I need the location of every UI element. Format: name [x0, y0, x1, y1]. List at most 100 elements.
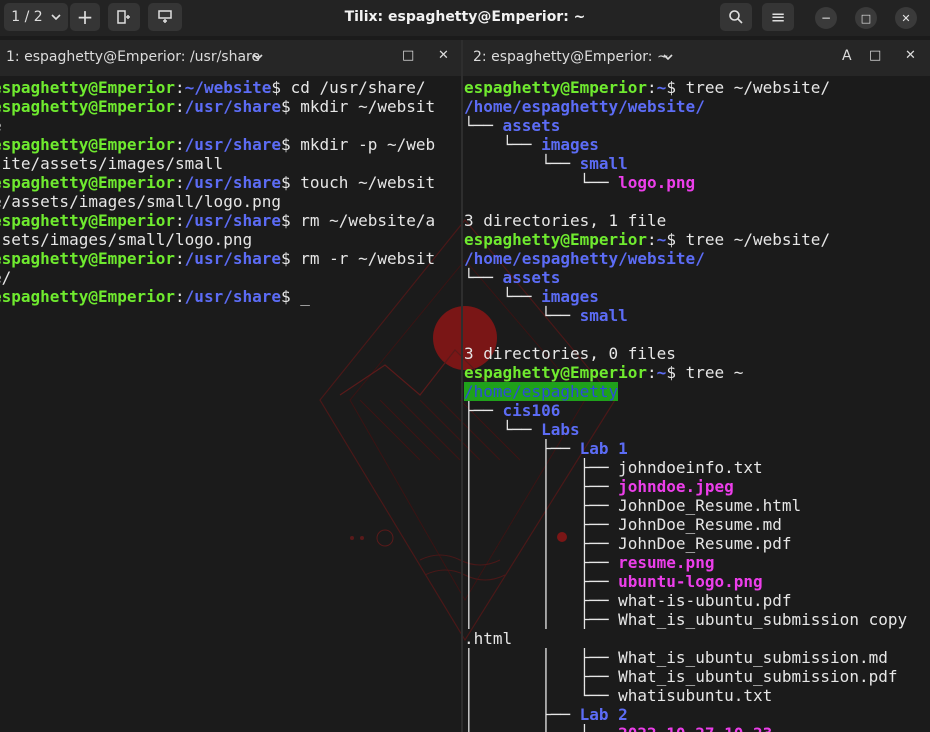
prompt-path: /usr/share	[184, 97, 281, 116]
directory-name: assets	[502, 268, 561, 287]
directory-name: Lab 1	[579, 439, 628, 458]
terminal-text: e/assets/images/small/logo.png	[0, 192, 281, 211]
terminal-line: │ │ ├── What_is_ubuntu_submission.md	[464, 648, 907, 667]
terminal-line: espaghetty@Emperior:~$ tree ~	[464, 363, 907, 382]
terminal-text: └──	[464, 154, 580, 173]
terminal-text: :	[175, 287, 185, 306]
chevron-down-icon[interactable]	[253, 54, 263, 60]
directory-name: small	[579, 154, 628, 173]
title-bar: 1 / 2 + Tilix: espaghetty@Emperior: ~ ≡ …	[0, 0, 930, 36]
image-file-name: johndoe.jpeg	[618, 477, 734, 496]
terminal-text: :	[175, 135, 185, 154]
prompt-path: /usr/share	[184, 249, 281, 268]
terminal-line: │ └── Labs	[464, 420, 907, 439]
prompt-path: ~	[656, 363, 667, 382]
terminal-line: espaghetty@Emperior:~/website$ cd /usr/s…	[0, 78, 435, 97]
terminal-text: $ tree ~/website/	[666, 230, 831, 249]
maximize-pane-icon[interactable]: □	[402, 48, 414, 63]
add-icon: +	[76, 5, 94, 29]
close-button[interactable]: ✕	[895, 7, 917, 29]
prompt-user: espaghetty@Emperior	[0, 135, 176, 154]
prompt-path: ~	[656, 78, 667, 97]
close-pane-icon[interactable]: ✕	[905, 48, 916, 63]
terminal-text: :	[175, 78, 185, 97]
terminal-text: $ rm -r ~/websit	[281, 249, 436, 268]
terminal-text: ├──	[464, 401, 503, 420]
terminal-text: 3 directories, 1 file	[464, 211, 667, 230]
search-button[interactable]	[720, 3, 752, 31]
terminal-text: :	[175, 211, 185, 230]
terminal-line: 3 directories, 1 file	[464, 211, 907, 230]
terminal-line: │ │ └── whatisubuntu.txt	[464, 686, 907, 705]
terminal-line: e/assets/images/small/logo.png	[0, 192, 435, 211]
split-right-button[interactable]	[108, 3, 140, 31]
terminal-line: └── images	[464, 135, 907, 154]
terminal-text: │ │ ├── JohnDoe_Resume.html	[464, 496, 802, 515]
terminal-line: │ │ ├── JohnDoe_Resume.md	[464, 515, 907, 534]
chevron-down-icon[interactable]	[663, 54, 673, 60]
terminal-text: │ └──	[464, 420, 542, 439]
session-switcher-button[interactable]: 1 / 2	[4, 3, 68, 31]
terminal-text: $	[281, 287, 301, 306]
terminal-line: espaghetty@Emperior:/usr/share$ mkdir ~/…	[0, 97, 435, 116]
terminal-line: espaghetty@Emperior:/usr/share$ touch ~/…	[0, 173, 435, 192]
prompt-user: espaghetty@Emperior	[0, 249, 176, 268]
terminal-line: │ │ ├── What_is_ubuntu_submission.pdf	[464, 667, 907, 686]
image-file-name: logo.png	[618, 173, 696, 192]
terminal-pane-left[interactable]: espaghetty@Emperior:~/website$ cd /usr/s…	[0, 76, 461, 732]
terminal-pane-right[interactable]: espaghetty@Emperior:~$ tree ~/website//h…	[463, 76, 930, 732]
terminal-line: └── assets	[464, 268, 907, 287]
split-right-icon	[117, 10, 130, 24]
menu-icon: ≡	[770, 6, 786, 28]
readonly-icon[interactable]: A	[842, 48, 852, 64]
maximize-pane-icon[interactable]: □	[869, 48, 881, 63]
prompt-user: espaghetty@Emperior	[0, 97, 176, 116]
terminal-line: │ │ ├── JohnDoe_Resume.pdf	[464, 534, 907, 553]
maximize-button[interactable]: □	[855, 7, 877, 29]
terminal-text: site/assets/images/small	[0, 154, 224, 173]
terminal-line: │ │ ├── What_is_ubuntu_submission copy	[464, 610, 907, 629]
directory-name: /home/espaghetty/website/	[464, 249, 705, 268]
terminal-text: └──	[464, 173, 619, 192]
terminal-line: /home/espaghetty/website/	[464, 97, 907, 116]
terminal-text: e/	[0, 268, 12, 287]
terminal-line: └── small	[464, 154, 907, 173]
terminal-line: e	[0, 116, 435, 135]
directory-name: small	[579, 306, 628, 325]
terminal-line: │ │ ├── JohnDoe_Resume.html	[464, 496, 907, 515]
directory-name: Lab 2	[579, 705, 628, 724]
directory-name: cis106	[502, 401, 561, 420]
terminal-line: │ ├── Lab 2	[464, 705, 907, 724]
directory-name: images	[541, 287, 599, 306]
menu-button[interactable]: ≡	[762, 3, 794, 31]
maximize-icon: □	[860, 11, 872, 25]
image-file-name: 2022-10-27-10-23...	[618, 724, 801, 732]
prompt-user: espaghetty@Emperior	[0, 287, 176, 306]
terminal-text: $ rm ~/website/a	[281, 211, 436, 230]
add-session-button[interactable]: +	[70, 3, 100, 31]
terminal-line: espaghetty@Emperior:~$ tree ~/website/	[464, 230, 907, 249]
terminal-output-right[interactable]: espaghetty@Emperior:~$ tree ~/website//h…	[464, 78, 907, 732]
pane-header-right[interactable]: 2: espaghetty@Emperior: ~ A □ ✕	[463, 40, 930, 76]
terminal-output-left[interactable]: espaghetty@Emperior:~/website$ cd /usr/s…	[0, 78, 435, 306]
terminal-line: └── images	[464, 287, 907, 306]
terminal-text: └──	[464, 306, 580, 325]
directory-name: /home/espaghetty/website/	[464, 97, 705, 116]
terminal-line: │ │ ├── johndoeinfo.txt	[464, 458, 907, 477]
prompt-path: /usr/share	[184, 211, 281, 230]
terminal-line: espaghetty@Emperior:/usr/share$ rm -r ~/…	[0, 249, 435, 268]
terminal-line: espaghetty@Emperior:~$ tree ~/website/	[464, 78, 907, 97]
terminal-line: └── logo.png	[464, 173, 907, 192]
prompt-user: espaghetty@Emperior	[464, 78, 648, 97]
pane-header-left[interactable]: 1: espaghetty@Emperior: /usr/share □ ✕	[0, 40, 461, 76]
search-icon	[729, 10, 743, 24]
minimize-button[interactable]: −	[815, 7, 837, 29]
terminal-line: espaghetty@Emperior:/usr/share$ rm ~/web…	[0, 211, 435, 230]
terminal-line: /home/espaghetty	[464, 382, 907, 401]
split-down-button[interactable]	[148, 3, 182, 31]
terminal-text: │ │ ├── What_is_ubuntu_submission.pdf	[464, 667, 898, 686]
terminal-text: │ │ ├── what-is-ubuntu.pdf	[464, 591, 792, 610]
text-cursor: _	[300, 287, 310, 306]
close-pane-icon[interactable]: ✕	[438, 48, 449, 63]
